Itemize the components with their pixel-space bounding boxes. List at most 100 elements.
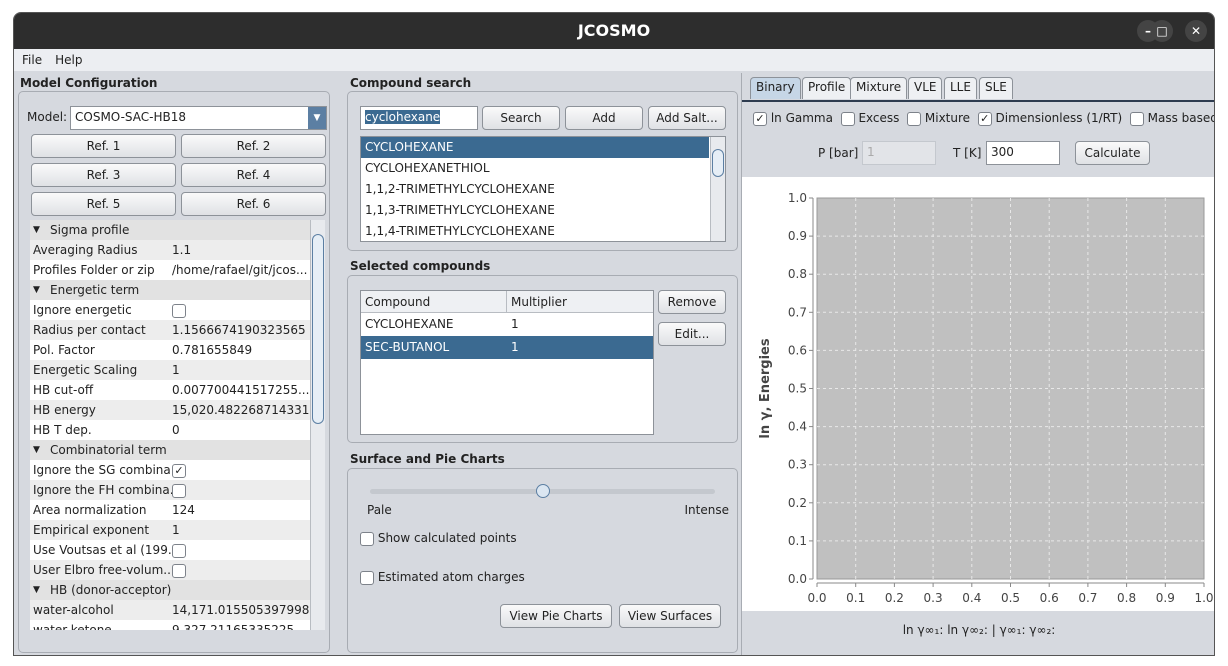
expand-triangle-icon[interactable]: ▼ [30,220,50,240]
close-button[interactable]: ✕ [1185,20,1207,42]
dimensionless-checkbox[interactable]: ✓ Dimensionless (1/RT) [977,111,1122,126]
property-value[interactable]: 1.1 [172,240,310,260]
checkbox-icon[interactable] [172,543,186,558]
property-value[interactable] [172,300,310,320]
property-row[interactable]: HB T dep. 0 [30,420,310,440]
checkbox-icon[interactable] [172,483,186,498]
tab-vle[interactable]: VLE [908,77,943,99]
property-value[interactable]: 14,171.015505397998 [172,600,310,620]
property-value[interactable] [172,480,310,500]
property-row[interactable]: Radius per contact 1.1566674190323565 [30,320,310,340]
checkbox-icon[interactable] [172,563,186,578]
checkbox-icon[interactable] [172,303,186,318]
selected-compound-row[interactable]: SEC-BUTANOL 1 [361,336,653,359]
checkbox-icon[interactable]: ✓ [172,463,186,478]
col-multiplier[interactable]: Multiplier [507,291,567,312]
excess-checkbox[interactable]: Excess [840,111,899,126]
search-input[interactable]: cyclohexane [360,106,478,130]
selected-compound-row[interactable]: CYCLOHEXANE 1 [361,313,653,336]
property-row[interactable]: Averaging Radius 1.1 [30,240,310,260]
property-value[interactable]: 9,327.21165335225 [172,620,310,630]
ref-button[interactable]: Ref. 6 [181,192,326,216]
menu-file[interactable]: File [14,49,47,67]
chevron-down-icon[interactable]: ▼ [308,107,326,129]
checkbox-icon[interactable] [360,570,374,585]
property-value[interactable]: 1.1566674190323565 [172,320,310,340]
pressure-input[interactable]: 1 [862,141,936,165]
tab-lle[interactable]: LLE [944,77,977,99]
property-row[interactable]: Profiles Folder or zip/home/rafael/git/j… [30,260,310,280]
property-row[interactable]: Empirical exponent 1 [30,520,310,540]
property-value[interactable]: 0.781655849 [172,340,310,360]
calculate-button[interactable]: Calculate [1075,141,1150,165]
search-result-item[interactable]: CYCLOHEXANETHIOL [361,158,709,179]
tab-profile[interactable]: Profile [802,77,852,99]
property-value[interactable]: 0 [172,420,310,440]
view-surfaces-button[interactable]: View Surfaces [619,604,721,628]
checkbox-icon[interactable] [360,531,374,546]
add-button[interactable]: Add [565,106,643,130]
property-value[interactable]: 15,020.482268714331 [172,400,310,420]
property-value[interactable]: 1 [172,520,310,540]
mixture-checkbox[interactable]: Mixture [907,111,970,126]
search-result-item[interactable]: 1,1,3-TRIMETHYLCYCLOHEXANE [361,200,709,221]
menu-help[interactable]: Help [47,49,87,67]
search-result-item[interactable]: 1,1,2-TRIMETHYLCYCLOHEXANE [361,179,709,200]
tab-mixture[interactable]: Mixture [850,77,908,99]
ref-button[interactable]: Ref. 3 [31,163,176,187]
search-button[interactable]: Search [482,106,560,130]
mass-based-checkbox[interactable]: Mass based [1129,111,1214,126]
show-points-checkbox[interactable]: Show calculated points [360,531,517,546]
intensity-slider[interactable] [370,484,715,498]
property-value[interactable] [172,560,310,580]
property-group[interactable]: ▼ Combinatorial term [30,440,310,460]
property-value[interactable]: 124 [172,500,310,520]
property-row[interactable]: Area normalization 124 [30,500,310,520]
property-group[interactable]: ▼ HB (donor-acceptor) [30,580,310,600]
property-row[interactable]: Energetic Scaling 1 [30,360,310,380]
expand-triangle-icon[interactable]: ▼ [30,580,50,600]
property-group[interactable]: ▼ Sigma profile [30,220,310,240]
ln-gamma-checkbox[interactable]: ✓ ln Gamma [753,111,833,126]
ref-button[interactable]: Ref. 4 [181,163,326,187]
property-row[interactable]: Ignore the SG combina... ✓ [30,460,310,480]
ref-button[interactable]: Ref. 1 [31,134,176,158]
col-compound[interactable]: Compound [361,291,507,312]
property-value[interactable] [172,540,310,560]
add-salt-button[interactable]: Add Salt... [648,106,726,130]
property-value[interactable]: 0.007700441517255... [172,380,310,400]
property-row[interactable]: HB cut-off 0.007700441517255... [30,380,310,400]
compound-multiplier[interactable]: 1 [507,313,519,336]
temperature-input[interactable]: 300 [986,141,1060,165]
property-row[interactable]: User Elbro free-volum... [30,560,310,580]
expand-triangle-icon[interactable]: ▼ [30,280,50,300]
results-scrollbar[interactable] [710,137,725,241]
property-value[interactable]: ✓ [172,460,310,480]
property-value[interactable]: /home/rafael/git/jcos... [172,260,310,280]
compound-multiplier[interactable]: 1 [507,336,519,359]
ref-button[interactable]: Ref. 2 [181,134,326,158]
property-row[interactable]: Ignore energetic [30,300,310,320]
scroll-thumb[interactable] [312,234,324,424]
expand-triangle-icon[interactable]: ▼ [30,440,50,460]
search-result-item[interactable]: CYCLOHEXANE [361,137,709,158]
tab-sle[interactable]: SLE [979,77,1013,99]
property-row[interactable]: water-ketone 9,327.21165335225 [30,620,310,630]
property-row[interactable]: Pol. Factor 0.781655849 [30,340,310,360]
view-pie-charts-button[interactable]: View Pie Charts [500,604,612,628]
property-row[interactable]: water-alcohol 14,171.015505397998 [30,600,310,620]
scroll-thumb[interactable] [712,149,724,177]
property-group[interactable]: ▼ Energetic term [30,280,310,300]
remove-button[interactable]: Remove [658,290,726,314]
search-result-item[interactable]: 1,1,4-TRIMETHYLCYCLOHEXANE [361,221,709,242]
maximize-button[interactable]: □ [1151,20,1173,42]
property-value[interactable]: 1 [172,360,310,380]
ref-button[interactable]: Ref. 5 [31,192,176,216]
property-row[interactable]: HB energy 15,020.482268714331 [30,400,310,420]
slider-thumb[interactable] [535,484,550,498]
property-row[interactable]: Ignore the FH combina... [30,480,310,500]
property-scrollbar[interactable] [310,220,325,630]
model-select[interactable]: COSMO-SAC-HB18 ▼ [70,106,327,130]
tab-binary[interactable]: Binary [750,77,801,99]
atom-charges-checkbox[interactable]: Estimated atom charges [360,570,525,585]
